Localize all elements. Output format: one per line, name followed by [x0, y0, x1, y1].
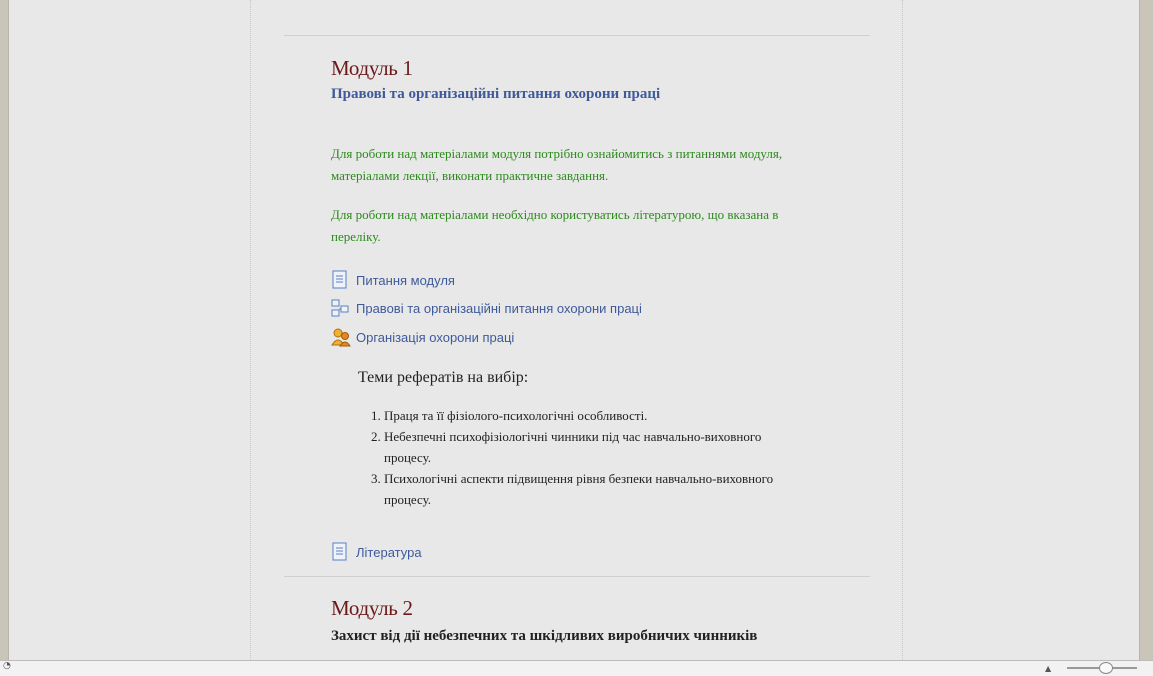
list-item: Праця та її фізіолого-психологічні особл…: [384, 405, 804, 426]
resource-label: Правові та організаційні питання охорони…: [356, 300, 642, 316]
resource-label: Питання модуля: [356, 272, 455, 288]
document-icon: [331, 542, 349, 562]
column-divider-left: [250, 0, 251, 660]
section-divider: [284, 576, 870, 577]
module-2-subtitle: Захист від дії небезпечних та шкідливих …: [331, 628, 758, 644]
status-icon: ◔: [3, 661, 11, 671]
list-item: Небезпечні психофізіологічні чинники під…: [384, 426, 804, 468]
module-1-literature-note: Для роботи над матеріалами необхідно кор…: [331, 207, 779, 244]
module-1-intro-text: Для роботи над матеріалами модуля потріб…: [331, 146, 783, 183]
essay-topics-title: Теми рефератів на вибір:: [358, 369, 529, 386]
list-item: Психологічні аспекти підвищення рівня бе…: [384, 468, 804, 510]
window-frame-right: [1139, 0, 1153, 660]
module-1-subtitle: Правові та організаційні питання охорони…: [331, 86, 661, 102]
resource-link-legal-issues[interactable]: Правові та організаційні питання охорони…: [331, 298, 642, 318]
section-divider: [284, 35, 870, 36]
users-icon: [331, 327, 351, 347]
status-bar: [0, 660, 1153, 676]
column-divider-right: [902, 0, 903, 660]
document-icon: [331, 270, 349, 290]
zoom-slider-handle[interactable]: [1099, 662, 1113, 674]
resource-link-questions[interactable]: Питання модуля: [331, 270, 455, 290]
resource-link-organization[interactable]: Організація охорони праці: [331, 327, 514, 347]
resource-label: Література: [356, 544, 422, 560]
course-page: Модуль 1 Правові та організаційні питанн…: [9, 0, 1140, 660]
module-2-title: Модуль 2: [331, 596, 413, 620]
module-1-title: Модуль 1: [331, 56, 413, 80]
resource-label: Організація охорони праці: [356, 329, 515, 345]
essay-topics-list: Праця та її фізіолого-психологічні особл…: [356, 405, 804, 510]
folder-tree-icon: [331, 298, 349, 318]
window-frame-left: [0, 0, 9, 660]
resource-link-literature[interactable]: Література: [331, 542, 422, 562]
zoom-out-icon[interactable]: ▲: [1045, 664, 1051, 673]
